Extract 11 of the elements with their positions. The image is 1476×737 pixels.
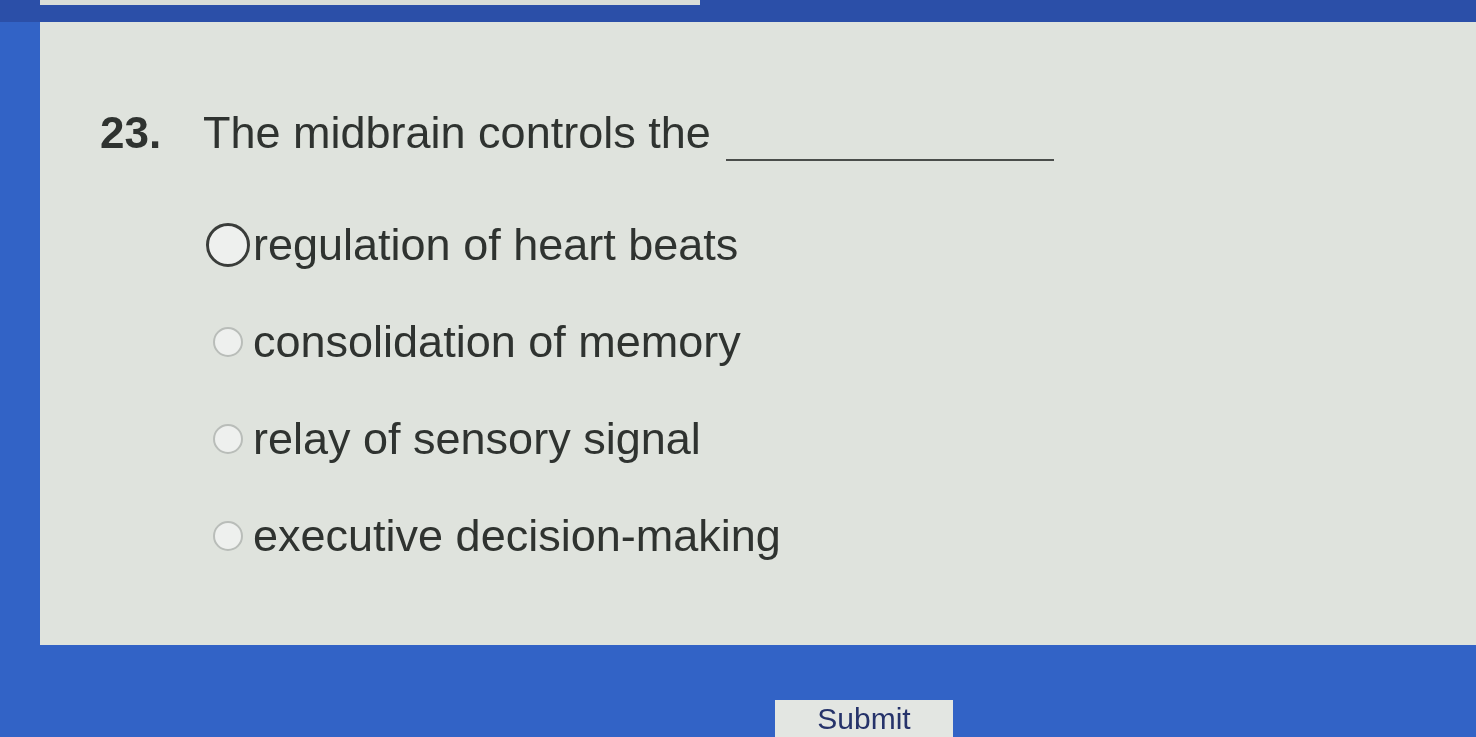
option-label[interactable]: consolidation of memory bbox=[253, 316, 741, 368]
option-label[interactable]: executive decision-making bbox=[253, 510, 781, 562]
option-label[interactable]: regulation of heart beats bbox=[253, 219, 739, 271]
option-label[interactable]: relay of sensory signal bbox=[253, 413, 701, 465]
question-text: The midbrain controls the bbox=[203, 107, 711, 159]
radio-button[interactable] bbox=[213, 327, 243, 357]
radio-button[interactable] bbox=[213, 521, 243, 551]
submit-button[interactable]: Submit bbox=[775, 700, 953, 737]
radio-button[interactable] bbox=[206, 223, 250, 267]
radio-button[interactable] bbox=[213, 424, 243, 454]
question-number: 23. bbox=[100, 107, 163, 159]
